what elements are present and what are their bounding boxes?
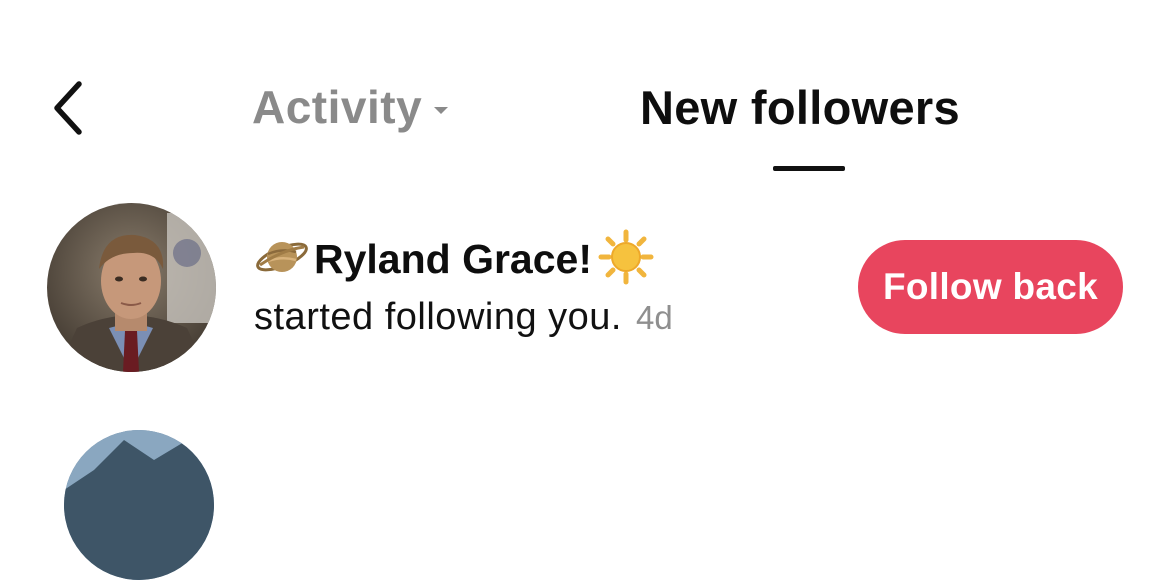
follower-name-line: Ryland Grace! [254,229,654,290]
follower-name[interactable]: Ryland Grace! [314,236,592,283]
avatar[interactable] [47,203,216,372]
tab-activity-label: Activity [252,81,423,133]
chevron-left-icon [54,81,82,135]
top-header: Activity New followers [0,0,1159,190]
caret-down-icon [434,106,449,114]
notification-timestamp: 4d [635,299,673,336]
tab-activity[interactable]: Activity [252,76,449,138]
user-avatar-photo [47,203,216,372]
tab-new-followers-label: New followers [640,80,960,134]
follow-back-button[interactable]: Follow back [858,240,1123,334]
notification-message: started following you. [254,296,622,338]
avatar[interactable] [64,430,214,580]
back-button[interactable] [44,76,94,140]
sun-icon [598,229,654,290]
notification-row[interactable]: Ryland Grace! started following you. 4d … [0,200,1159,375]
user-avatar-photo [64,430,214,580]
notification-message-line: started following you. 4d [254,296,673,346]
tab-new-followers[interactable]: New followers [640,76,960,138]
planet-icon [254,232,310,287]
active-tab-indicator [773,166,845,171]
